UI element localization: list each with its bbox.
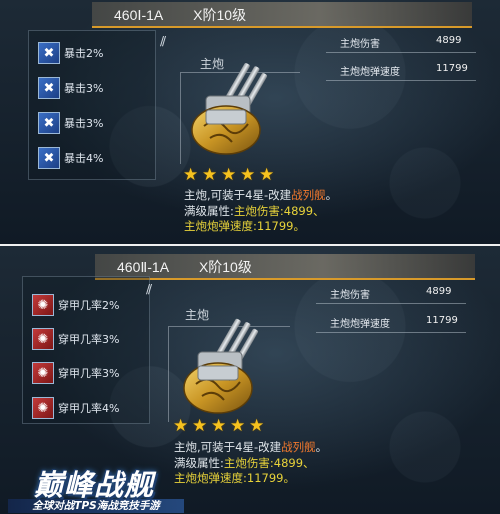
divider xyxy=(316,332,466,333)
equipment-name: 460Ⅱ-1A xyxy=(117,259,170,275)
star-rating: ★ ★ ★ ★ ★ xyxy=(183,165,275,185)
stat-label: 主炮伤害 xyxy=(340,39,380,50)
stat-main-gun-damage: 主炮伤害 4899 xyxy=(330,286,451,301)
armor-pierce-icon: ✺ xyxy=(32,362,54,384)
ship-type: 战列舰 xyxy=(281,440,316,454)
star-icon: ★ xyxy=(183,165,199,185)
crit-icon: ✖ xyxy=(38,147,60,169)
stat-label: 主炮伤害 xyxy=(330,290,370,301)
skill-item[interactable]: ✺ 穿甲几率3% xyxy=(32,326,119,352)
skill-label: 穿甲几率4% xyxy=(58,402,120,415)
skill-label: 暴击2% xyxy=(64,47,104,60)
stat-value: 11799 xyxy=(436,63,468,74)
star-icon: ★ xyxy=(192,416,208,436)
stat-shell-speed: 主炮炮弹速度 11799 xyxy=(330,315,458,330)
ship-type: 战列舰 xyxy=(291,188,326,202)
desc-highlight: 主炮伤害:4899、 xyxy=(233,203,325,218)
equipment-description: 主炮,可装于4星-改建战列舰。 满级属性:主炮伤害:4899、 主炮炮弹速度:1… xyxy=(174,440,327,487)
star-rating: ★ ★ ★ ★ ★ xyxy=(173,416,265,436)
star-icon: ★ xyxy=(173,416,189,436)
skill-label: 穿甲几率2% xyxy=(58,299,120,312)
game-logo: 巅峰战舰 全球对战TPS海战竞技手游 xyxy=(4,462,184,514)
logo-subtitle: 全球对战TPS海战竞技手游 xyxy=(8,499,184,513)
star-icon: ★ xyxy=(202,165,218,185)
stripes-decoration: // xyxy=(146,282,152,296)
equipment-description: 主炮,可装于4星-改建战列舰。 满级属性:主炮伤害:4899、 主炮炮弹速度:1… xyxy=(184,188,337,235)
desc-highlight: 主炮炮弹速度:11799。 xyxy=(174,471,295,485)
armor-pierce-icon: ✺ xyxy=(32,328,54,350)
equipment-card-1: 460Ⅰ-1A X阶10级 ✖ 暴击2% ✖ 暴击3% ✖ 暴击3% ✖ 暴击4… xyxy=(0,0,500,244)
equipment-title-bar: 460Ⅰ-1A X阶10级 xyxy=(92,2,472,28)
skill-item[interactable]: ✖ 暴击4% xyxy=(38,145,103,171)
skill-item[interactable]: ✺ 穿甲几率2% xyxy=(32,292,119,318)
skill-item[interactable]: ✺ 穿甲几率3% xyxy=(32,360,119,386)
desc-highlight: 主炮炮弹速度:11799。 xyxy=(184,219,305,233)
star-icon: ★ xyxy=(221,165,237,185)
skill-item[interactable]: ✺ 穿甲几率4% xyxy=(32,395,119,421)
equipment-tier: X阶10级 xyxy=(198,259,252,275)
stat-main-gun-damage: 主炮伤害 4899 xyxy=(340,35,461,50)
star-icon: ★ xyxy=(230,416,246,436)
star-icon: ★ xyxy=(259,165,275,185)
skill-item[interactable]: ✖ 暴击3% xyxy=(38,110,103,136)
desc-text: 主炮,可装于4星-改建 xyxy=(184,188,292,202)
skill-label: 穿甲几率3% xyxy=(58,367,120,380)
main-gun-turret-icon[interactable] xyxy=(176,58,286,168)
divider xyxy=(326,52,476,53)
skill-label: 暴击3% xyxy=(64,117,104,130)
divider xyxy=(316,303,466,304)
desc-text: 主炮,可装于4星-改建 xyxy=(174,440,282,454)
crit-icon: ✖ xyxy=(38,77,60,99)
star-icon: ★ xyxy=(211,416,227,436)
crit-icon: ✖ xyxy=(38,112,60,134)
main-gun-turret-icon[interactable] xyxy=(168,312,278,426)
desc-text: 。 xyxy=(325,188,338,202)
desc-highlight: 主炮伤害:4899、 xyxy=(223,455,315,470)
desc-text: 。 xyxy=(315,440,328,454)
stat-label: 主炮炮弹速度 xyxy=(330,319,390,330)
stat-value: 4899 xyxy=(436,35,462,46)
star-icon: ★ xyxy=(240,165,256,185)
armor-pierce-icon: ✺ xyxy=(32,397,54,419)
skill-item[interactable]: ✖ 暴击3% xyxy=(38,75,103,101)
equipment-title-bar: 460Ⅱ-1A X阶10级 xyxy=(95,254,475,280)
stat-value: 4899 xyxy=(426,286,452,297)
logo-title: 巅峰战舰 xyxy=(33,468,154,502)
star-icon: ★ xyxy=(249,416,265,436)
stat-value: 11799 xyxy=(426,315,458,326)
skill-item[interactable]: ✖ 暴击2% xyxy=(38,40,103,66)
crit-icon: ✖ xyxy=(38,42,60,64)
armor-pierce-icon: ✺ xyxy=(32,294,54,316)
equipment-tier: X阶10级 xyxy=(193,7,247,23)
stripes-decoration: // xyxy=(160,34,166,48)
stat-shell-speed: 主炮炮弹速度 11799 xyxy=(340,63,468,78)
stat-label: 主炮炮弹速度 xyxy=(340,67,400,78)
desc-text: 满级属性: xyxy=(184,203,234,218)
skill-label: 暴击3% xyxy=(64,82,104,95)
divider xyxy=(326,80,476,81)
equipment-name: 460Ⅰ-1A xyxy=(114,7,164,23)
skill-label: 暴击4% xyxy=(64,152,104,165)
skill-label: 穿甲几率3% xyxy=(58,333,120,346)
